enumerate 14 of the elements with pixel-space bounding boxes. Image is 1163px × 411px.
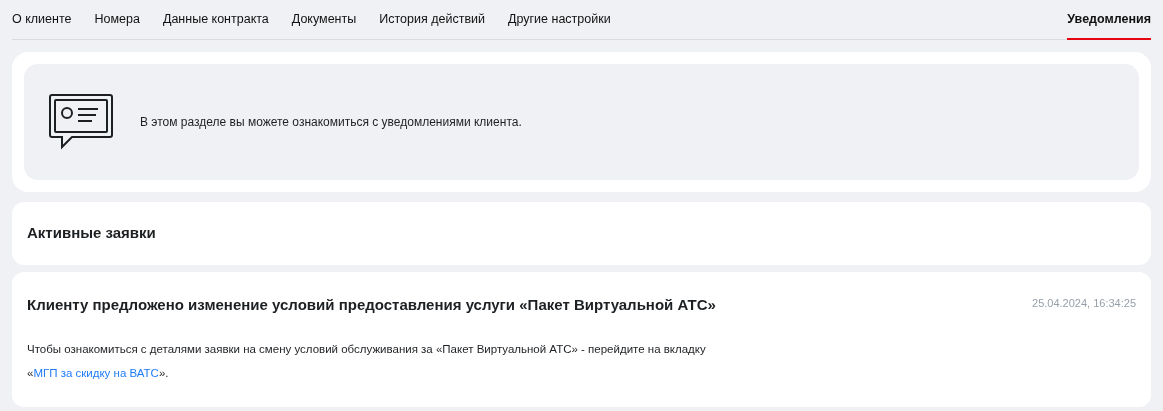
tab[interactable]: Уведомления [1067,0,1151,40]
tab[interactable]: О клиенте [12,0,72,40]
tab[interactable]: Данные контракта [162,0,269,40]
tab[interactable]: Документы [291,0,357,40]
tab[interactable]: Номера [94,0,140,40]
request-title: Клиенту предложено изменение условий предоставления услуги «Пакет Виртуальной АТС» [27,295,716,315]
info-text: В этом разделе вы можете ознакомиться с уведомлениями клиента. [140,114,522,131]
tab[interactable]: Другие настройки [508,0,611,40]
request-date: 25.04.2024, 16:34:25 [1032,296,1136,311]
tab[interactable]: История действий [379,0,485,40]
request-text: Чтобы ознакомиться с деталями заявки на смену условий обслуживания за «Пакет Виртуальной АТС» - перейдите на вкладку «МГП за скидку на ВАТС». [27,341,707,381]
message-card-icon [48,93,114,151]
section-title: Активные заявки [27,223,156,244]
tab-link[interactable]: МГП за скидку на ВАТС [33,366,159,379]
